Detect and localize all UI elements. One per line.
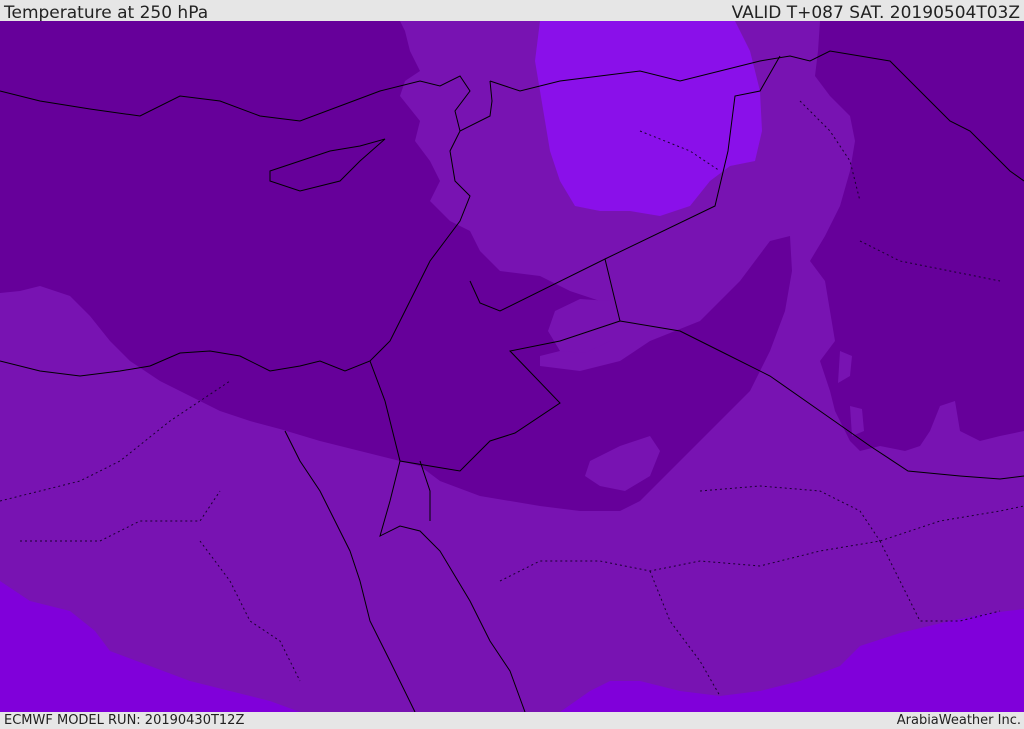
temperature-map bbox=[0, 21, 1024, 712]
header-bar: Temperature at 250 hPa VALID T+087 SAT. … bbox=[0, 0, 1024, 23]
map-title: Temperature at 250 hPa bbox=[4, 3, 209, 23]
cold-region-east bbox=[810, 21, 1024, 451]
credit-label: ArabiaWeather Inc. bbox=[896, 713, 1021, 728]
model-run-label: ECMWF MODEL RUN: 20190430T12Z bbox=[4, 713, 245, 728]
valid-time-label: VALID T+087 SAT. 20190504T03Z bbox=[731, 3, 1020, 23]
footer-bar: ECMWF MODEL RUN: 20190430T12Z ArabiaWeat… bbox=[0, 712, 1024, 729]
warm-streak-east-2 bbox=[850, 406, 864, 436]
